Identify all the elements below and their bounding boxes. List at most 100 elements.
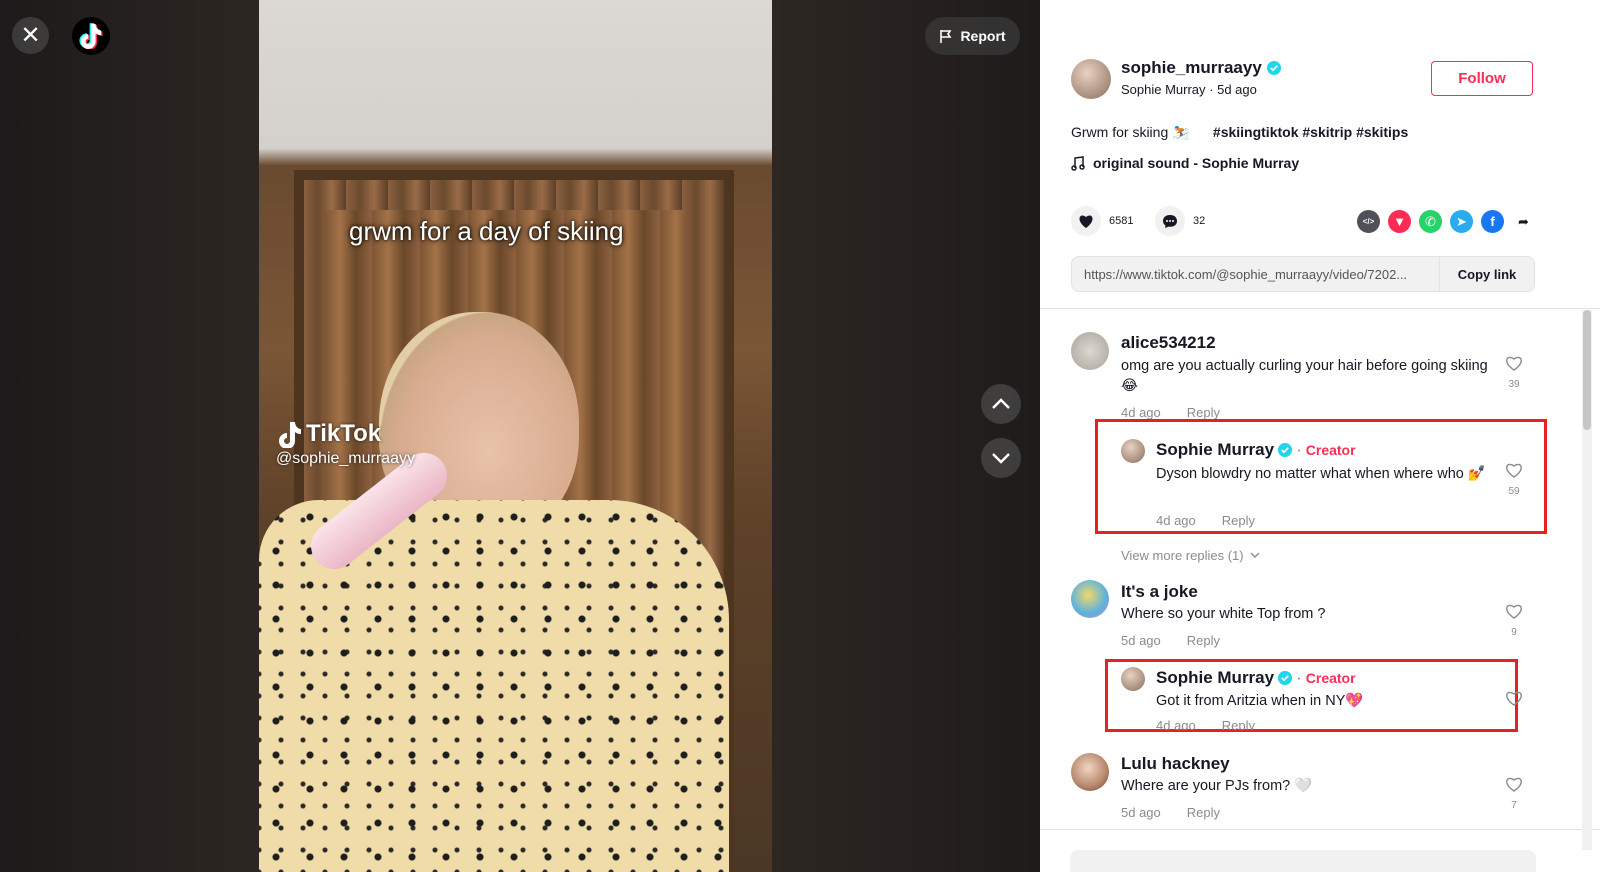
- reply-text: Got it from Aritzia when in NY💖: [1156, 693, 1364, 709]
- comment-username[interactable]: Lulu hackney: [1121, 754, 1230, 774]
- comment-avatar[interactable]: [1071, 753, 1109, 791]
- side-panel: sophie_murraayy Sophie Murray · 5d ago F…: [1040, 0, 1600, 872]
- tiktok-logo-icon: [79, 23, 103, 49]
- heart-outline-icon: [1506, 463, 1522, 478]
- tiktok-watermark-icon: [279, 422, 301, 448]
- embed-icon[interactable]: </>: [1357, 210, 1380, 233]
- verified-badge-icon: [1278, 671, 1293, 685]
- watermark-handle: @sophie_murraayy: [276, 450, 415, 467]
- comment-like[interactable]: 9: [1502, 603, 1526, 638]
- reply-button[interactable]: Reply: [1222, 513, 1255, 528]
- like-stat[interactable]: 6581: [1071, 206, 1133, 236]
- reply-like[interactable]: 59: [1502, 462, 1526, 497]
- facebook-icon[interactable]: f: [1481, 210, 1504, 233]
- reply-like[interactable]: [1502, 690, 1526, 712]
- reply-time: 4d ago: [1156, 718, 1196, 730]
- divider: [1040, 829, 1600, 830]
- whatsapp-icon[interactable]: ✆: [1419, 210, 1442, 233]
- follow-button[interactable]: Follow: [1431, 61, 1533, 96]
- divider: [1040, 308, 1600, 309]
- close-button[interactable]: ✕: [12, 17, 49, 54]
- description-text: Grwm for skiing ⛷️: [1071, 124, 1190, 140]
- reply-username-row[interactable]: Sophie Murray · Creator: [1156, 440, 1356, 460]
- comment-text: Where so your white Top from ?: [1121, 606, 1326, 622]
- comment-text: Where are your PJs from? 🤍: [1121, 778, 1313, 794]
- verified-badge-icon: [1266, 61, 1281, 75]
- creator-badge: Creator: [1305, 442, 1356, 458]
- creator-badge: Creator: [1305, 670, 1356, 686]
- reply-avatar[interactable]: [1121, 667, 1145, 691]
- hashtag-link[interactable]: #skitrip: [1302, 124, 1352, 140]
- hashtag-link[interactable]: #skiingtiktok: [1213, 124, 1299, 140]
- music-note-icon: [1071, 155, 1085, 171]
- comment-like-count: 39: [1508, 379, 1520, 390]
- report-button[interactable]: Report: [925, 17, 1020, 55]
- heart-outline-icon: [1506, 604, 1522, 619]
- heart-outline-icon: [1506, 777, 1522, 792]
- author-username-row[interactable]: sophie_murraayy: [1121, 58, 1281, 78]
- separator-dot: ·: [1296, 440, 1302, 459]
- comment-stat[interactable]: 32: [1155, 206, 1205, 236]
- comment-avatar[interactable]: [1071, 332, 1109, 370]
- author-subline: Sophie Murray · 5d ago: [1121, 82, 1257, 97]
- video-player-area: grwm for a day of skiing TikTok @sophie_…: [0, 0, 1040, 872]
- comment-like-count: 7: [1511, 800, 1517, 811]
- previous-video-button[interactable]: [981, 384, 1021, 424]
- reply-time: 4d ago: [1156, 513, 1196, 528]
- comment-like[interactable]: 7: [1502, 776, 1526, 811]
- telegram-icon[interactable]: ➤: [1450, 210, 1473, 233]
- reply-button[interactable]: Reply: [1187, 405, 1220, 420]
- copy-link-button[interactable]: Copy link: [1439, 257, 1534, 291]
- comment-like[interactable]: 39: [1502, 355, 1526, 390]
- comment-count: 32: [1193, 215, 1206, 227]
- comments-scrollbar[interactable]: [1582, 310, 1592, 850]
- send-to-friends-icon[interactable]: ▼: [1388, 210, 1411, 233]
- flag-icon: [940, 29, 952, 43]
- reply-like-count: 59: [1508, 486, 1520, 497]
- view-more-replies-button[interactable]: View more replies (1): [1121, 548, 1260, 563]
- chevron-down-icon: [992, 453, 1010, 464]
- post-description: Grwm for skiing ⛷️ #skiingtiktok #skitri…: [1071, 124, 1408, 141]
- author-display-name: Sophie Murray: [1121, 82, 1206, 97]
- like-count: 6581: [1109, 215, 1134, 227]
- author-username[interactable]: sophie_murraayy: [1121, 58, 1262, 78]
- reply-text: Dyson blowdry no matter what when where …: [1156, 466, 1486, 482]
- add-comment-input[interactable]: [1070, 850, 1536, 872]
- heart-outline-icon: [1506, 356, 1522, 371]
- heart-outline-icon: [1506, 691, 1522, 706]
- comment-like-count: 9: [1511, 627, 1517, 638]
- comment-time: 4d ago: [1121, 405, 1161, 420]
- heart-icon: [1079, 214, 1093, 228]
- hashtag-link[interactable]: #skitips: [1356, 124, 1408, 140]
- comment-username[interactable]: It's a joke: [1121, 582, 1198, 602]
- scrollbar-thumb[interactable]: [1583, 310, 1591, 430]
- comment-text: omg are you actually curling your hair b…: [1121, 358, 1488, 394]
- comment-avatar[interactable]: [1071, 580, 1109, 618]
- reply-username[interactable]: Sophie Murray: [1156, 440, 1274, 460]
- verified-badge-icon: [1278, 443, 1293, 457]
- reply-avatar[interactable]: [1121, 439, 1145, 463]
- report-label: Report: [960, 28, 1006, 44]
- comment-meta: 5d ago Reply: [1121, 805, 1220, 820]
- like-button[interactable]: [1071, 206, 1101, 236]
- comment-button[interactable]: [1155, 206, 1185, 236]
- share-link-text[interactable]: https://www.tiktok.com/@sophie_murraayy/…: [1072, 267, 1439, 282]
- comment-username[interactable]: alice534212: [1121, 333, 1216, 353]
- reply-button[interactable]: Reply: [1222, 718, 1255, 730]
- watermark-brand: TikTok: [306, 420, 382, 447]
- next-video-button[interactable]: [981, 438, 1021, 478]
- video-caption-text: grwm for a day of skiing: [349, 216, 624, 246]
- share-arrow-icon[interactable]: ➦: [1512, 210, 1535, 233]
- author-avatar[interactable]: [1071, 59, 1111, 99]
- reply-username-row[interactable]: Sophie Murray · Creator: [1156, 668, 1356, 688]
- tiktok-logo[interactable]: [72, 17, 110, 55]
- reply-button[interactable]: Reply: [1187, 805, 1220, 820]
- comment-bubble-icon: [1163, 214, 1177, 228]
- music-link[interactable]: original sound - Sophie Murray: [1071, 155, 1299, 171]
- comment-meta: 4d ago Reply: [1121, 405, 1220, 420]
- music-title: original sound - Sophie Murray: [1093, 155, 1300, 171]
- reply-button[interactable]: Reply: [1187, 633, 1220, 648]
- separator-dot: ·: [1296, 668, 1302, 687]
- reply-username[interactable]: Sophie Murray: [1156, 668, 1274, 688]
- post-time: 5d ago: [1217, 82, 1257, 97]
